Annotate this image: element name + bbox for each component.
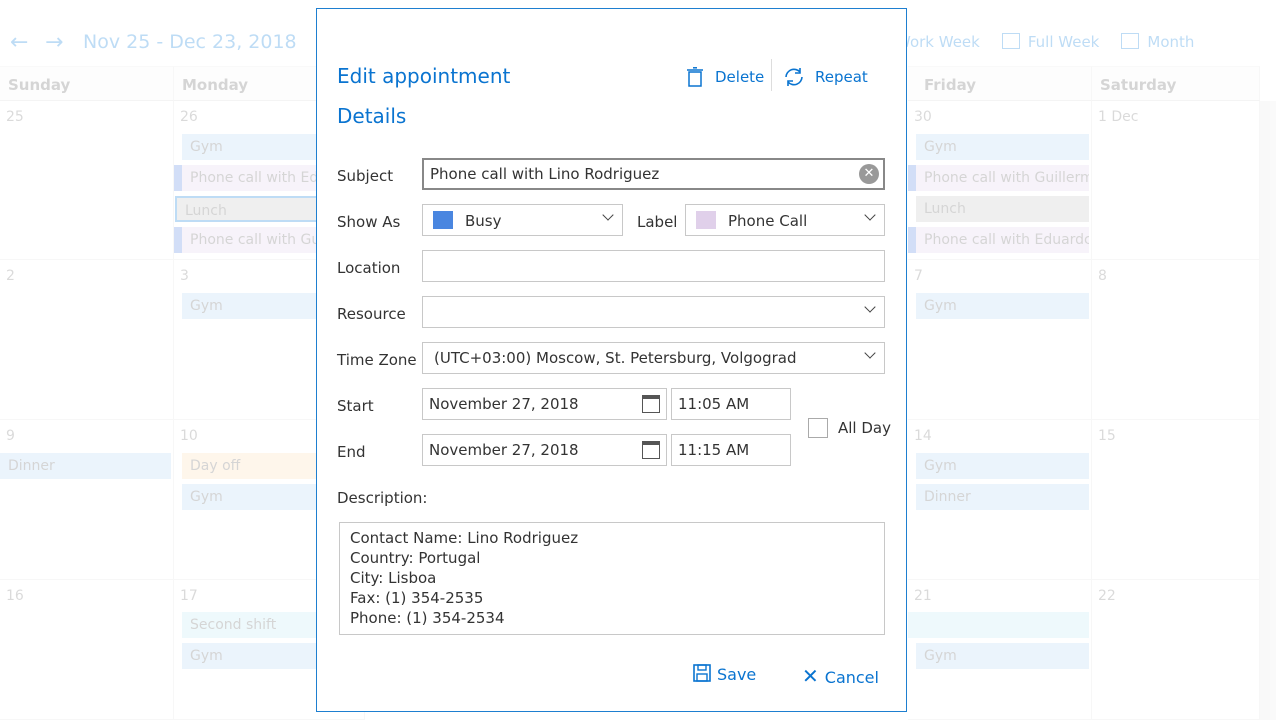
repeat-icon [785, 68, 803, 86]
all-day-checkbox[interactable] [808, 418, 828, 438]
event[interactable]: Gym [182, 484, 322, 510]
resource-label: Resource [337, 305, 406, 323]
day-cell[interactable]: 7 [908, 260, 1092, 420]
cancel-button[interactable]: ✕ Cancel [802, 664, 879, 688]
start-date-value: November 27, 2018 [429, 395, 579, 413]
start-time-input[interactable]: 11:05 AM [671, 388, 791, 420]
start-date-input[interactable]: November 27, 2018 [422, 388, 667, 420]
subject-input[interactable]: Phone call with Lino Rodriguez ✕ [422, 158, 885, 190]
label-select[interactable]: Phone Call [685, 204, 885, 236]
time-zone-value: (UTC+03:00) Moscow, St. Petersburg, Volg… [434, 349, 797, 367]
event[interactable]: Gym [182, 643, 322, 669]
end-label: End [337, 443, 366, 461]
day-cell[interactable]: 9 [0, 420, 174, 580]
description-line: City: Lisboa [350, 569, 437, 587]
save-label: Save [717, 665, 757, 684]
time-zone-select[interactable]: (UTC+03:00) Moscow, St. Petersburg, Volg… [422, 342, 885, 374]
show-as-value: Busy [465, 212, 502, 230]
event[interactable]: Second shift [182, 612, 322, 638]
event[interactable]: Day off [182, 453, 322, 479]
view-month[interactable]: Month [1121, 33, 1194, 51]
date-range: Nov 25 - Dec 23, 2018 [83, 31, 297, 53]
show-as-select[interactable]: Busy [422, 204, 623, 236]
description-label: Description: [337, 489, 428, 507]
day-cell[interactable]: 16 [0, 580, 174, 720]
subject-value: Phone call with Lino Rodriguez [430, 165, 660, 183]
end-date-input[interactable]: November 27, 2018 [422, 434, 667, 466]
chevron-down-icon [864, 301, 876, 313]
description-line: Country: Portugal [350, 549, 481, 567]
day-cell[interactable]: 8 [1092, 260, 1260, 420]
repeat-label: Repeat [815, 68, 868, 86]
calendar-icon[interactable] [642, 395, 660, 413]
event[interactable]: Lunch [175, 196, 322, 222]
dialog-title: Edit appointment [337, 64, 511, 88]
description-line: Contact Name: Lino Rodriguez [350, 529, 579, 547]
description-line: Fax: (1) 354-2535 [350, 589, 484, 607]
chevron-down-icon [602, 209, 614, 221]
delete-button[interactable]: Delete [687, 67, 764, 87]
label-value: Phone Call [728, 212, 808, 230]
event[interactable]: Gym [182, 134, 322, 160]
close-icon: ✕ [802, 664, 819, 688]
event[interactable]: Dinner [916, 484, 1089, 510]
show-as-label: Show As [337, 213, 401, 231]
location-label: Location [337, 259, 401, 277]
event[interactable]: Gym [916, 134, 1089, 160]
trash-icon [687, 67, 703, 87]
clear-icon[interactable]: ✕ [859, 164, 879, 184]
color-swatch [433, 211, 453, 229]
chevron-down-icon [864, 347, 876, 359]
event[interactable] [908, 612, 1089, 638]
day-cell[interactable]: 25 [0, 101, 174, 260]
day-header: Sunday [0, 66, 174, 101]
color-swatch [696, 211, 716, 229]
view-label: Month [1147, 33, 1195, 51]
label-label: Label [637, 213, 678, 231]
day-header: Saturday [1092, 66, 1260, 101]
view-full-week[interactable]: Full Week [1001, 33, 1100, 51]
save-icon [693, 664, 711, 682]
event[interactable]: Dinner [0, 453, 171, 479]
end-time-input[interactable]: 11:15 AM [671, 434, 791, 466]
start-label: Start [337, 397, 374, 415]
view-label: Work Week [896, 33, 980, 51]
day-cell[interactable]: 15 [1092, 420, 1260, 580]
event[interactable]: Phone call with Guillerm [908, 165, 1089, 191]
cancel-label: Cancel [824, 668, 879, 687]
save-button[interactable]: Save [693, 664, 756, 684]
event[interactable]: Phone call with Edu [174, 165, 322, 191]
scrollbar[interactable] [1260, 101, 1276, 720]
view-label: Full Week [1027, 33, 1100, 51]
description-line: Phone: (1) 354-2534 [350, 609, 505, 627]
subject-label: Subject [337, 167, 394, 185]
edit-appointment-dialog: Edit appointment Delete Repeat Details S… [316, 8, 907, 712]
event[interactable]: Gym [916, 293, 1089, 319]
day-cell[interactable]: 22 [1092, 580, 1260, 720]
event[interactable]: Gym [916, 453, 1089, 479]
event[interactable]: Phone call with Eduardc [908, 227, 1089, 253]
location-input[interactable] [422, 250, 885, 282]
time-zone-label: Time Zone [337, 351, 417, 369]
end-date-value: November 27, 2018 [429, 441, 579, 459]
calendar-icon [1121, 33, 1140, 49]
day-cell[interactable]: 1 Dec [1092, 101, 1260, 260]
chevron-down-icon [864, 209, 876, 221]
repeat-button[interactable]: Repeat [783, 67, 868, 87]
event[interactable]: Lunch [916, 196, 1089, 222]
delete-label: Delete [715, 68, 765, 86]
calendar-icon[interactable] [642, 441, 660, 459]
calendar-icon [1001, 33, 1020, 49]
all-day-label: All Day [838, 419, 891, 437]
next-arrow-icon[interactable]: → [45, 30, 63, 55]
day-header: Friday [908, 66, 1092, 101]
resource-select[interactable] [422, 296, 885, 328]
description-textarea[interactable]: Contact Name: Lino Rodriguez Country: Po… [339, 522, 885, 635]
details-heading: Details [337, 104, 407, 128]
day-cell[interactable]: 2 [0, 260, 174, 420]
event[interactable]: Gym [182, 293, 322, 319]
prev-arrow-icon[interactable]: ← [10, 30, 28, 55]
event[interactable]: Gym [916, 643, 1089, 669]
event[interactable]: Phone call with Gui [174, 227, 322, 253]
